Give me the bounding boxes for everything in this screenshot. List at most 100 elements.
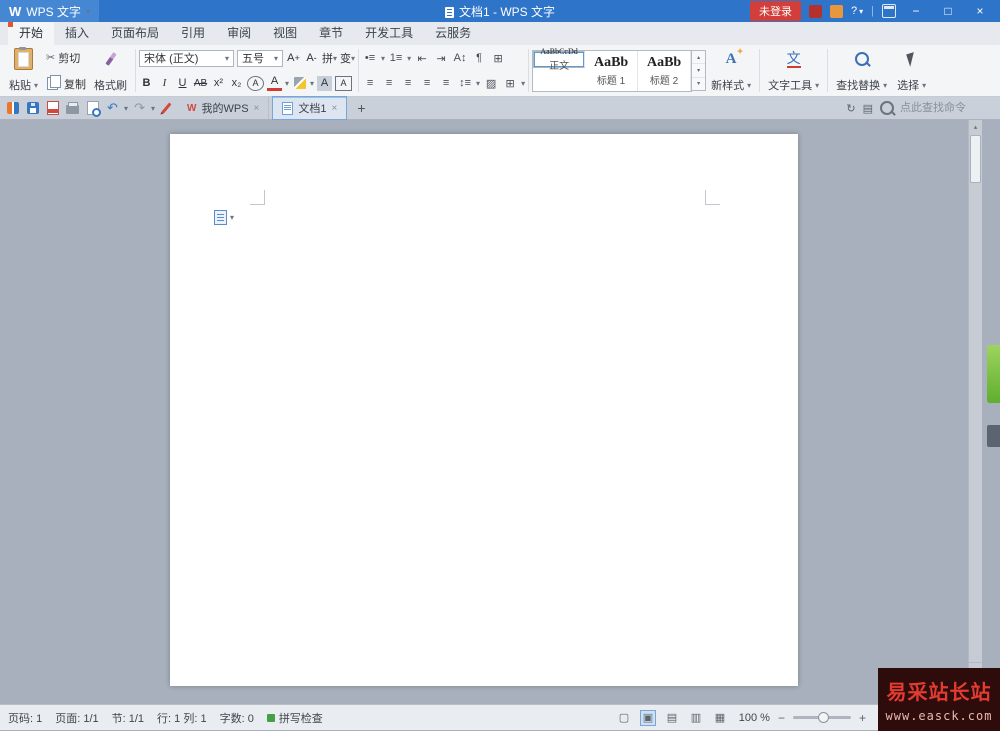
find-replace-button[interactable]: 查找替换 ▾	[831, 47, 892, 94]
view-print-layout-button[interactable]: ▣	[639, 709, 656, 726]
line-spacing-button[interactable]: ↕≡	[457, 76, 473, 91]
decrease-indent-button[interactable]: ⇤	[414, 51, 430, 66]
message-icon[interactable]	[809, 4, 822, 18]
tab-home[interactable]: 开始	[8, 22, 55, 45]
close-tab-icon[interactable]: ×	[332, 103, 338, 114]
vertical-scrollbar[interactable]: ▴ ▾ ▴ ▾	[968, 120, 982, 704]
view-fullscreen-button[interactable]: ▢	[616, 710, 632, 726]
align-right-button[interactable]: ≡	[400, 76, 416, 91]
justify-button[interactable]: ≡	[419, 76, 435, 91]
view-reader-button[interactable]: ▦	[712, 710, 728, 726]
grid-button[interactable]: ⊞	[490, 51, 506, 66]
paste-options-assistant[interactable]: ▾	[214, 210, 234, 225]
document-page[interactable]: ▾	[170, 134, 798, 686]
spellcheck-status[interactable]: 拼写检查	[266, 710, 323, 726]
tab-view[interactable]: 视图	[262, 22, 308, 45]
undo-button[interactable]: ↶	[104, 100, 121, 117]
zoom-slider[interactable]	[792, 712, 851, 723]
print-preview-button[interactable]	[84, 100, 101, 117]
redo-dropdown[interactable]: ▾	[151, 104, 155, 113]
tab-page-layout[interactable]: 页面布局	[100, 22, 170, 45]
gift-icon[interactable]	[830, 4, 843, 18]
character-border-button[interactable]: A	[335, 75, 353, 91]
font-color-button[interactable]: A	[267, 76, 283, 91]
subscript-button[interactable]: x₂	[229, 76, 244, 91]
bullets-button[interactable]: •≡	[362, 51, 378, 66]
zoom-slider-handle[interactable]	[817, 712, 829, 723]
numbering-button[interactable]: 1≡	[388, 51, 404, 66]
tab-review[interactable]: 审阅	[216, 22, 262, 45]
view-web-layout-button[interactable]: ▤	[664, 710, 680, 726]
scroll-up-button[interactable]: ▴	[969, 120, 982, 134]
format-painter-button[interactable]: 格式刷	[89, 47, 132, 94]
shading-button[interactable]: ▨	[483, 76, 499, 91]
pen-mode-button[interactable]	[158, 100, 175, 117]
new-tab-button[interactable]: +	[350, 100, 372, 116]
text-direction-button[interactable]: A↕	[452, 51, 468, 66]
increase-indent-button[interactable]: ⇥	[433, 51, 449, 66]
app-grid-button[interactable]	[4, 100, 21, 117]
minimize-button[interactable]: −	[904, 4, 928, 18]
close-button[interactable]: ×	[968, 4, 992, 18]
style-normal[interactable]: AaBbCcDd 正文	[533, 47, 586, 72]
maximize-button[interactable]: □	[936, 4, 960, 18]
highlight-button[interactable]	[292, 76, 307, 91]
paragraph-mark-button[interactable]: ¶	[471, 51, 487, 66]
zoom-in-button[interactable]: +	[859, 711, 866, 725]
status-word-count[interactable]: 字数: 0	[220, 710, 254, 726]
pinyin-guide-button[interactable]: 拼 ▾	[322, 51, 337, 66]
style-heading1[interactable]: AaBb 标题 1	[585, 51, 639, 91]
export-pdf-button[interactable]	[44, 100, 61, 117]
tab-cloud[interactable]: 云服务	[424, 22, 482, 45]
zoom-percentage[interactable]: 100 %	[736, 712, 770, 724]
strikethrough-button[interactable]: AB	[193, 76, 208, 91]
enclose-character-button[interactable]: A	[247, 75, 265, 91]
italic-button[interactable]: I	[157, 76, 172, 91]
undo-icon: ↶	[107, 100, 118, 115]
borders-button[interactable]: ⊞	[502, 76, 518, 91]
command-search-input[interactable]	[898, 101, 992, 115]
tab-developer[interactable]: 开发工具	[354, 22, 424, 45]
doc-tab-document1[interactable]: 文档1 ×	[272, 96, 348, 120]
tab-references[interactable]: 引用	[170, 22, 216, 45]
paste-button[interactable]: 粘贴 ▾	[4, 47, 43, 94]
style-heading2[interactable]: AaBb 标题 2	[638, 51, 692, 91]
grow-font-button[interactable]: A +	[286, 51, 301, 66]
bold-button[interactable]: B	[139, 76, 154, 91]
new-style-button[interactable]: A ✦ 新样式 ▾	[706, 47, 756, 94]
change-case-button[interactable]: 变 ▾	[340, 51, 355, 66]
align-center-button[interactable]: ≡	[381, 76, 397, 91]
app-menu-button[interactable]: W WPS 文字 ▾	[0, 0, 99, 22]
superscript-button[interactable]: x²	[211, 76, 226, 91]
underline-button[interactable]: U	[175, 76, 190, 91]
skin-icon[interactable]	[882, 4, 896, 18]
select-button[interactable]: 选择 ▾	[892, 47, 931, 94]
gallery-expand-button[interactable]: ▾	[692, 78, 705, 90]
close-tab-icon[interactable]: ×	[254, 103, 260, 114]
text-tool-button[interactable]: 文 文字工具 ▾	[763, 47, 824, 94]
scrollbar-thumb[interactable]	[970, 135, 981, 183]
tab-section[interactable]: 章节	[308, 22, 354, 45]
distribute-button[interactable]: ≡	[438, 76, 454, 91]
font-name-select[interactable]: 宋体 (正文) ▾	[139, 49, 235, 67]
help-button[interactable]: ? ▾	[851, 5, 863, 17]
tab-insert[interactable]: 插入	[54, 22, 100, 45]
sync-icon[interactable]: ↻	[846, 102, 855, 115]
align-left-button[interactable]: ≡	[362, 76, 378, 91]
gallery-up-button[interactable]: ▴	[692, 51, 706, 65]
zoom-out-button[interactable]: −	[778, 711, 785, 725]
character-shading-button[interactable]: A	[317, 75, 333, 91]
view-outline-button[interactable]: ▥	[688, 710, 704, 726]
undo-dropdown[interactable]: ▾	[124, 104, 128, 113]
print-button[interactable]	[64, 100, 81, 117]
panel-icon[interactable]: ▤	[863, 102, 873, 115]
cut-button[interactable]: ✂ 剪切	[43, 49, 89, 66]
doc-tab-mywps[interactable]: W 我的WPS ×	[178, 97, 270, 119]
login-button[interactable]: 未登录	[750, 1, 801, 21]
gallery-down-button[interactable]: ▾	[692, 64, 706, 78]
font-size-select[interactable]: 五号 ▾	[237, 49, 284, 67]
shrink-font-button[interactable]: A-	[304, 51, 319, 66]
save-button[interactable]	[24, 100, 41, 117]
copy-button[interactable]: 复制	[43, 75, 89, 92]
redo-button[interactable]: ↷	[131, 100, 148, 117]
